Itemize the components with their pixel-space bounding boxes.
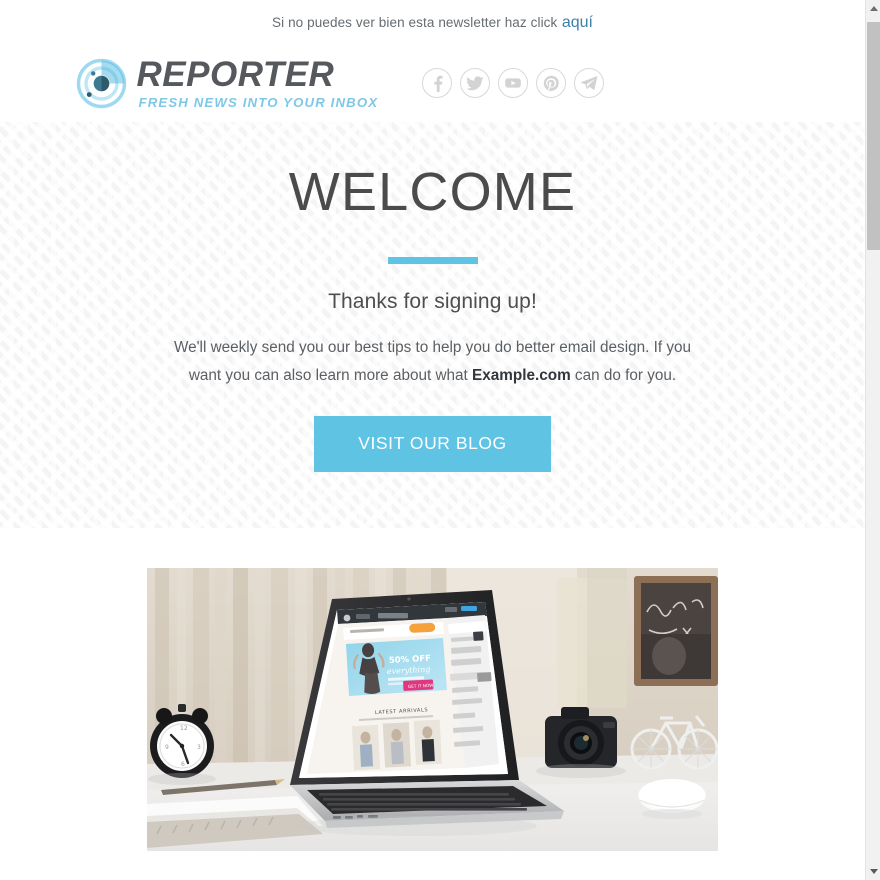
welcome-body: We'll weekly send you our best tips to h… xyxy=(163,334,703,392)
visit-blog-button[interactable]: VISIT OUR BLOG xyxy=(314,416,551,473)
brand-tagline: FRESH NEWS INTO YOUR INBOX xyxy=(138,94,379,110)
scroll-up-arrow[interactable] xyxy=(866,0,880,17)
vertical-scrollbar[interactable] xyxy=(865,0,880,880)
welcome-body-brand: Example.com xyxy=(472,367,571,385)
brand-name: REPORTER xyxy=(136,54,335,94)
view-online-link[interactable]: aquí xyxy=(562,14,593,31)
desk-photo: 12 3 6 9 50% OFF everything GET IT NOW LAT… xyxy=(147,568,718,852)
preheader-bar: Si no puedes ver bien esta newsletter ha… xyxy=(0,0,865,44)
welcome-body-part2: can do for you. xyxy=(570,367,677,385)
twitter-icon[interactable] xyxy=(460,68,491,98)
svg-text:9: 9 xyxy=(165,744,169,751)
radar-target-icon xyxy=(75,57,128,110)
featured-article-image[interactable]: 12 3 6 9 50% OFF everything GET IT NOW LA… xyxy=(147,568,718,852)
email-page: Si no puedes ver bien esta newsletter ha… xyxy=(0,0,865,880)
telegram-icon[interactable] xyxy=(574,68,605,98)
welcome-subtitle: Thanks for signing up! xyxy=(328,289,537,313)
welcome-divider xyxy=(387,256,478,264)
pinterest-icon[interactable] xyxy=(536,68,567,98)
svg-text:6: 6 xyxy=(181,761,185,768)
social-links xyxy=(422,68,605,98)
featured-article-section: 12 3 6 9 50% OFF everything GET IT NOW LA… xyxy=(0,528,865,880)
youtube-icon[interactable] xyxy=(498,68,529,98)
welcome-section: WELCOME Thanks for signing up! We'll wee… xyxy=(0,122,865,528)
browser-viewport: Si no puedes ver bien esta newsletter ha… xyxy=(0,0,880,880)
svg-text:12: 12 xyxy=(180,725,188,732)
brand-logo[interactable]: REPORTER FRESH NEWS INTO YOUR INBOX xyxy=(75,57,379,110)
welcome-title: WELCOME xyxy=(288,162,577,222)
scroll-down-arrow[interactable] xyxy=(866,863,880,880)
preheader-text: Si no puedes ver bien esta newsletter ha… xyxy=(272,15,558,30)
svg-text:3: 3 xyxy=(197,744,201,751)
scrollbar-thumb[interactable] xyxy=(867,22,880,250)
facebook-icon[interactable] xyxy=(422,68,453,98)
email-header: REPORTER FRESH NEWS INTO YOUR INBOX xyxy=(0,44,865,122)
